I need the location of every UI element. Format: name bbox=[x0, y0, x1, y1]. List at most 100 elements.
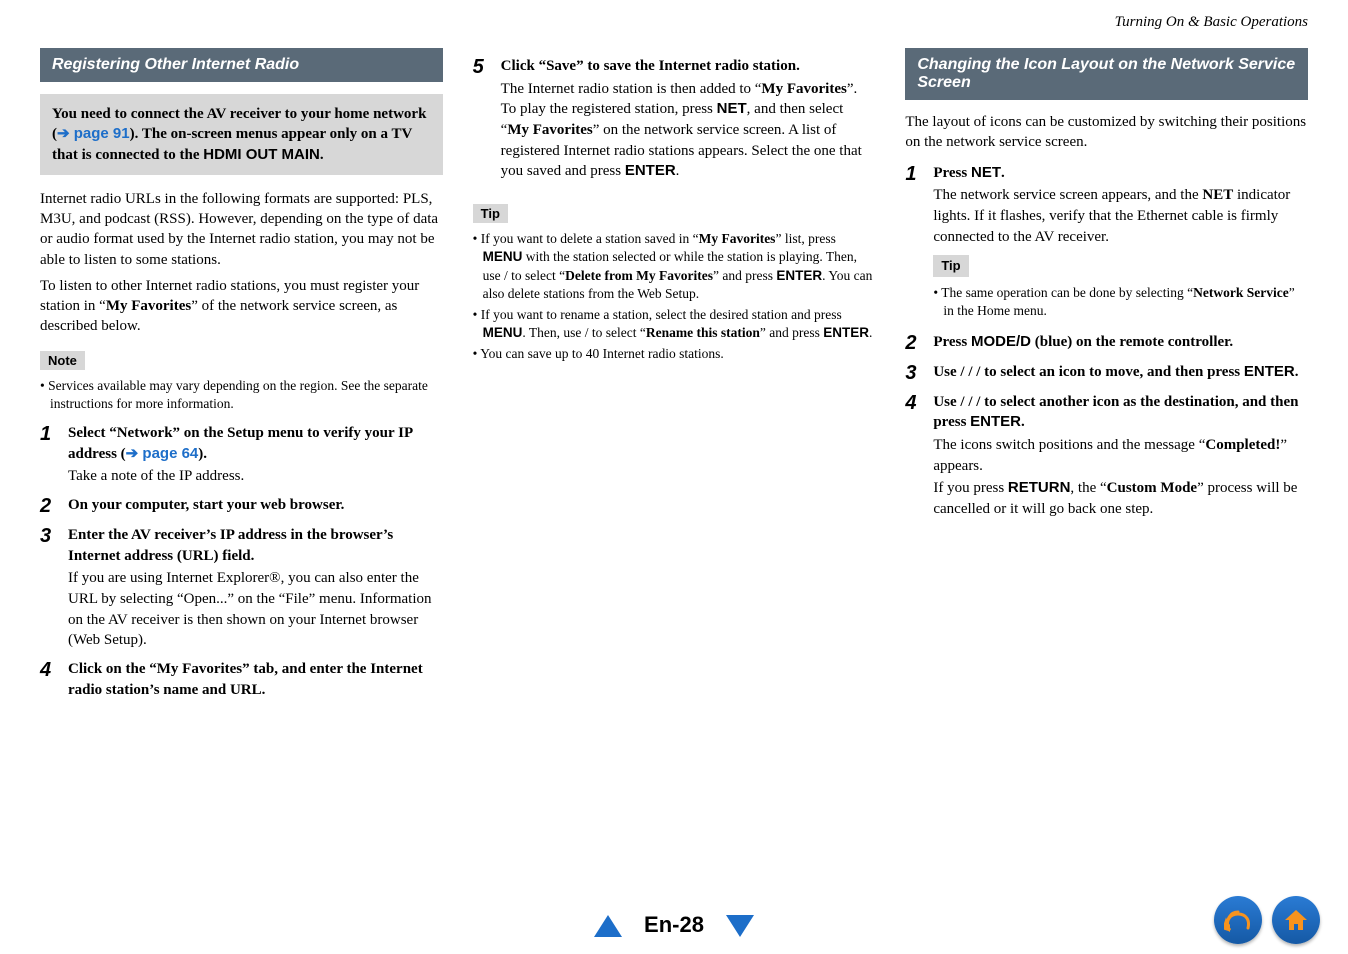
text: . bbox=[676, 163, 680, 179]
return-button-label: RETURN bbox=[1008, 479, 1071, 496]
text: . bbox=[1021, 414, 1025, 430]
step-3-text: If you are using Internet Explorer®, you… bbox=[68, 568, 443, 651]
step-3: 3 Enter the AV receiver’s IP address in … bbox=[40, 525, 443, 651]
step-number: 3 bbox=[905, 362, 933, 384]
text: Press bbox=[933, 334, 971, 350]
step-number: 4 bbox=[40, 659, 68, 681]
enter-button-label: ENTER bbox=[776, 268, 822, 283]
c3-step-3: 3 Use / / / to select an icon to move, a… bbox=[905, 362, 1308, 384]
network-service-label: Network Service bbox=[1193, 285, 1289, 300]
text: If you want to rename a station, select … bbox=[481, 307, 842, 322]
tip-bullet-2: If you want to rename a station, select … bbox=[473, 306, 876, 342]
net-button-label: NET bbox=[717, 100, 747, 117]
section-heading-registering: Registering Other Internet Radio bbox=[40, 48, 443, 82]
menu-button-label: MENU bbox=[483, 249, 523, 264]
tip-bullet-3: You can save up to 40 Internet radio sta… bbox=[473, 345, 876, 363]
steps-col3: 1 Press NET. The network service screen … bbox=[905, 163, 1308, 520]
page-content: Registering Other Internet Radio You nee… bbox=[0, 0, 1348, 709]
column-3: Changing the Icon Layout on the Network … bbox=[905, 48, 1308, 709]
column-1: Registering Other Internet Radio You nee… bbox=[40, 48, 443, 709]
text: ” and press bbox=[760, 325, 823, 340]
step-4: 4 Click on the “My Favorites” tab, and e… bbox=[40, 659, 443, 700]
step-2: 2 On your computer, start your web brows… bbox=[40, 495, 443, 517]
callout-network-required: You need to connect the AV receiver to y… bbox=[40, 94, 443, 175]
back-arrow-icon bbox=[1224, 908, 1252, 932]
text: The network service screen appears, and … bbox=[933, 187, 1202, 203]
home-icon bbox=[1283, 907, 1309, 933]
c3-step-2: 2 Press MODE/D (blue) on the remote cont… bbox=[905, 332, 1308, 354]
page-footer: En-28 bbox=[0, 912, 1348, 938]
enter-button-label: ENTER bbox=[823, 325, 869, 340]
tip-chip: Tip bbox=[473, 204, 508, 223]
callout-text: . bbox=[320, 147, 324, 163]
hdmi-out-main-label: HDMI OUT MAIN bbox=[203, 146, 320, 163]
prev-page-icon[interactable] bbox=[594, 915, 622, 937]
my-favorites-label: My Favorites bbox=[699, 231, 776, 246]
step-1-text: Take a note of the IP address. bbox=[68, 466, 443, 487]
next-page-icon[interactable] bbox=[726, 915, 754, 937]
layout-intro: The layout of icons can be customized by… bbox=[905, 112, 1308, 153]
text: If you press bbox=[933, 480, 1008, 496]
text: ” list, press bbox=[775, 231, 835, 246]
tip-chip: Tip bbox=[933, 255, 968, 277]
net-button-label: NET bbox=[971, 164, 1001, 181]
text: , the “ bbox=[1070, 480, 1106, 496]
text: ). bbox=[198, 446, 207, 462]
text: Press bbox=[933, 165, 971, 181]
step-1: 1 Select “Network” on the Setup menu to … bbox=[40, 423, 443, 487]
step-5-text: The Internet radio station is then added… bbox=[501, 79, 876, 182]
mode-d-button-label: MODE/D bbox=[971, 333, 1031, 350]
step-3-title: Enter the AV receiver’s IP address in th… bbox=[68, 525, 443, 566]
back-button[interactable] bbox=[1214, 896, 1262, 944]
step-5: 5 Click “Save” to save the Internet radi… bbox=[473, 56, 876, 182]
page-number: En-28 bbox=[644, 912, 704, 937]
section-heading-icon-layout: Changing the Icon Layout on the Network … bbox=[905, 48, 1308, 100]
my-favorites-label: My Favorites bbox=[761, 81, 846, 97]
home-button[interactable] bbox=[1272, 896, 1320, 944]
menu-button-label: MENU bbox=[483, 325, 523, 340]
link-page-64[interactable]: page 64 bbox=[142, 445, 198, 462]
enter-button-label: ENTER bbox=[625, 162, 676, 179]
step-2-title: On your computer, start your web browser… bbox=[68, 495, 443, 516]
enter-button-label: ENTER bbox=[1244, 363, 1295, 380]
step-number: 5 bbox=[473, 56, 501, 78]
text: The icons switch positions and the messa… bbox=[933, 437, 1205, 453]
text: . Then, use / to select “ bbox=[522, 325, 645, 340]
text: . bbox=[1295, 364, 1299, 380]
text: Use / / / to select an icon to move, and… bbox=[933, 364, 1244, 380]
my-favorites-label: My Favorites bbox=[507, 122, 592, 138]
text: The same operation can be done by select… bbox=[941, 285, 1193, 300]
text: Select “Network” on the Setup menu to ve… bbox=[68, 425, 412, 462]
completed-label: Completed! bbox=[1205, 437, 1280, 453]
tip-bullet-network-service: The same operation can be done by select… bbox=[933, 284, 1308, 320]
text: . bbox=[1001, 165, 1005, 181]
breadcrumb: Turning On & Basic Operations bbox=[1115, 14, 1308, 31]
c3-step-4: 4 Use / / / to select another icon as th… bbox=[905, 392, 1308, 520]
rename-label: Rename this station bbox=[646, 325, 760, 340]
note-chip: Note bbox=[40, 351, 85, 370]
text: . bbox=[869, 325, 872, 340]
c3-step-1: 1 Press NET. The network service screen … bbox=[905, 163, 1308, 324]
enter-button-label: ENTER bbox=[970, 413, 1021, 430]
step-number: 1 bbox=[905, 163, 933, 185]
intro-paragraph-1: Internet radio URLs in the following for… bbox=[40, 189, 443, 270]
net-label: NET bbox=[1202, 187, 1233, 203]
step-number: 2 bbox=[40, 495, 68, 517]
tip-bullet-1: If you want to delete a station saved in… bbox=[473, 230, 876, 303]
column-2: 5 Click “Save” to save the Internet radi… bbox=[473, 48, 876, 709]
delete-label: Delete from My Favorites bbox=[565, 268, 713, 283]
text: (blue) on the remote controller. bbox=[1031, 334, 1233, 350]
text: ” and press bbox=[713, 268, 776, 283]
step-number: 1 bbox=[40, 423, 68, 445]
footer-nav-buttons bbox=[1214, 896, 1320, 944]
step-number: 2 bbox=[905, 332, 933, 354]
step-5-title: Click “Save” to save the Internet radio … bbox=[501, 56, 876, 77]
step-number: 4 bbox=[905, 392, 933, 414]
text: If you want to delete a station saved in… bbox=[481, 231, 699, 246]
step-number: 3 bbox=[40, 525, 68, 547]
step-4-title: Click on the “My Favorites” tab, and ent… bbox=[68, 659, 443, 700]
note-bullet: Services available may vary depending on… bbox=[40, 377, 443, 413]
steps-col1: 1 Select “Network” on the Setup menu to … bbox=[40, 423, 443, 701]
my-favorites-label: My Favorites bbox=[106, 298, 191, 314]
link-page-91[interactable]: page 91 bbox=[74, 125, 130, 142]
